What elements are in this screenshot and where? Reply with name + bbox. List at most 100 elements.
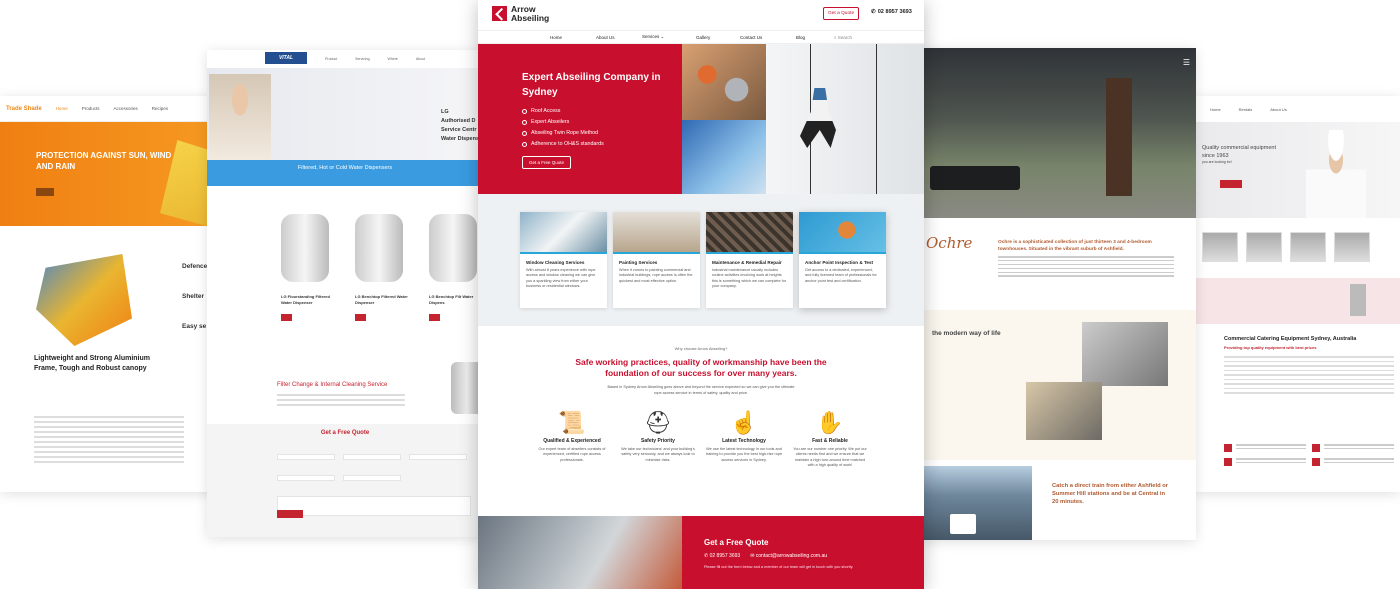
arrow-logo-icon: [492, 6, 507, 21]
postcode-field[interactable]: [277, 475, 335, 481]
menu-icon[interactable]: ☰: [1183, 58, 1190, 67]
product-card[interactable]: LG Floorstanding Filtered Water Dispense…: [281, 214, 335, 336]
check-circle-icon: [522, 142, 527, 147]
footer-contact: ✆ 02 8957 3693 ✉ contact@arrowabseiling.…: [704, 553, 924, 559]
arrow-logo[interactable]: Arrow Abseiling: [492, 5, 549, 22]
ochre-intro: Ochre Ochre is a sophisticated collectio…: [920, 218, 1196, 304]
product-name: LG Benchtop Filtered Water Dispenser: [355, 294, 408, 305]
vital-quote-fields: [277, 454, 477, 516]
tradeshade-nav-recipes[interactable]: Recipes: [152, 106, 168, 111]
catering-nav-home[interactable]: Home: [1210, 107, 1221, 112]
feature-title: Safety Priority: [641, 438, 675, 444]
service-title: Anchor Point Inspection & Test: [805, 260, 874, 265]
tradeshade-nav-home[interactable]: Home: [56, 106, 68, 111]
category-tile[interactable]: [1290, 232, 1326, 262]
hard-hat-icon: ⛑: [644, 410, 672, 435]
building-facade-image: [682, 120, 766, 194]
search-icon: ⌕: [834, 34, 837, 40]
get-a-quote-button[interactable]: Get a Quote: [823, 7, 860, 20]
hero-line-3: Water Dispens: [441, 136, 480, 142]
side-heading-easy: Easy se: [182, 323, 207, 330]
vital-nav-product[interactable]: Product: [325, 57, 337, 61]
check-icon: [1312, 444, 1320, 452]
get-a-quote-tag[interactable]: [429, 313, 441, 321]
nav-home[interactable]: Home: [550, 35, 596, 40]
check-circle-icon: [522, 131, 527, 136]
footer-quote-title: Get a Free Quote: [704, 538, 769, 547]
certificate-icon: 📜: [558, 410, 586, 435]
sofa-image: [930, 166, 1020, 190]
dispenser-image: [429, 214, 477, 282]
catering-feature: [1312, 444, 1394, 452]
check-circle-icon: [522, 120, 527, 125]
category-tile[interactable]: [1202, 232, 1238, 262]
nav-services[interactable]: Services ⌄: [642, 34, 696, 40]
abseiler-figure: [800, 88, 836, 148]
nav-about-us[interactable]: About Us: [596, 35, 642, 40]
catering-feature: [1312, 458, 1394, 466]
product-name: LG Benchtop Filt Water Dispens: [429, 294, 474, 305]
nav-search[interactable]: ⌕ Search: [834, 35, 852, 40]
climbing-gear-image: [682, 44, 766, 120]
arrow-hero-title: Expert Abseiling Company in Sydney: [522, 72, 661, 98]
service-card-painting[interactable]: Painting Services When it comes to paint…: [613, 212, 700, 308]
tradeshade-nav: Trade Shade Home Products Accessories Re…: [0, 96, 232, 122]
catering-search-button[interactable]: [1220, 180, 1242, 188]
catering-hero-sub: you are looking for!: [1202, 160, 1232, 164]
get-a-quote-tag[interactable]: [281, 313, 293, 321]
vital-nav-servicing[interactable]: Servicing: [355, 57, 369, 61]
nav-contact-us[interactable]: Contact Us: [740, 35, 796, 40]
full-name-field[interactable]: [277, 454, 335, 460]
footer-phone-number: 02 8957 3693: [709, 553, 741, 559]
tradeshade-heading: Lightweight and Strong Aluminium Frame, …: [34, 355, 151, 372]
footer-phone[interactable]: ✆ 02 8957 3693: [704, 553, 740, 559]
get-a-quote-tag[interactable]: [355, 313, 367, 321]
vital-site-panel: VITAL Home Product Servicing Where About…: [207, 50, 483, 537]
footer-note: Please fill out the form below and a mem…: [704, 565, 854, 569]
why-title: Safe working practices, quality of workm…: [575, 357, 827, 378]
why-kicker: Why choose Arrow Abseiling?: [674, 346, 728, 351]
send-message-button[interactable]: [277, 510, 303, 518]
catering-subtitle: Providing top quality equipment with bes…: [1224, 345, 1317, 350]
tradeshade-hero-title: PROTECTION AGAINST SUN, WIND AND RAIN: [36, 151, 172, 171]
feature-desc: We use the latest technology in our tool…: [705, 447, 783, 462]
catering-nav-rentals[interactable]: Rentals: [1239, 107, 1253, 112]
service-card-anchor-point[interactable]: Anchor Point Inspection & Test Get acces…: [799, 212, 886, 308]
catering-nav-about[interactable]: About Us: [1270, 107, 1286, 112]
feature-desc: Our expert team of abseilers consists of…: [538, 447, 606, 462]
tradeshade-logo[interactable]: Trade Shade: [6, 106, 42, 112]
phone-field[interactable]: [409, 454, 467, 460]
hero-line-1: Authorised D: [441, 118, 476, 124]
footer-email[interactable]: ✉ contact@arrowabseiling.com.au: [750, 553, 827, 559]
service-card-window-cleaning[interactable]: Window Cleaning Services With almost 8 y…: [520, 212, 607, 308]
dispenser-image: [355, 214, 403, 282]
service-card-maintenance[interactable]: Maintenance & Remedial Repair Industrial…: [706, 212, 793, 308]
category-tile[interactable]: [1246, 232, 1282, 262]
footer-email-address: contact@arrowabseiling.com.au: [755, 553, 828, 559]
tradeshade-nav-accessories[interactable]: Accessories: [113, 106, 137, 111]
why-intro: Based in Sydney Arrow Abseiling goes abo…: [607, 385, 795, 395]
vital-nav-where[interactable]: Where: [388, 57, 398, 61]
hero-point: Abseiling Twin Rope Method: [522, 128, 682, 139]
kitchen-image: [1082, 322, 1168, 386]
email-field[interactable]: [343, 454, 401, 460]
chef-image: [1306, 130, 1366, 218]
vital-logo[interactable]: VITAL: [265, 52, 307, 64]
category-tile[interactable]: [1334, 232, 1370, 262]
product-card[interactable]: LG Benchtop Filt Water Dispens: [429, 214, 483, 336]
hand-ok-icon: ✋: [816, 410, 844, 435]
message-field[interactable]: [277, 496, 471, 516]
product-card[interactable]: LG Benchtop Filtered Water Dispenser: [355, 214, 409, 336]
product-field[interactable]: [343, 475, 401, 481]
tradeshade-nav-products[interactable]: Products: [82, 106, 100, 111]
nav-search-label: Search: [837, 34, 853, 40]
nav-gallery[interactable]: Gallery: [696, 35, 740, 40]
tradeshade-hero-button[interactable]: [36, 188, 54, 196]
hero-free-quote-button[interactable]: Get a Free Quote: [522, 156, 572, 169]
catering-feature: [1224, 444, 1306, 452]
vital-nav-about[interactable]: About: [416, 57, 425, 61]
hero-point-text: Roof Access: [531, 108, 561, 114]
nav-blog[interactable]: Blog: [796, 35, 834, 40]
header-phone[interactable]: ✆ 02 8957 3693: [871, 9, 912, 15]
service-desc: Industrial maintenance usually includes …: [712, 268, 787, 289]
